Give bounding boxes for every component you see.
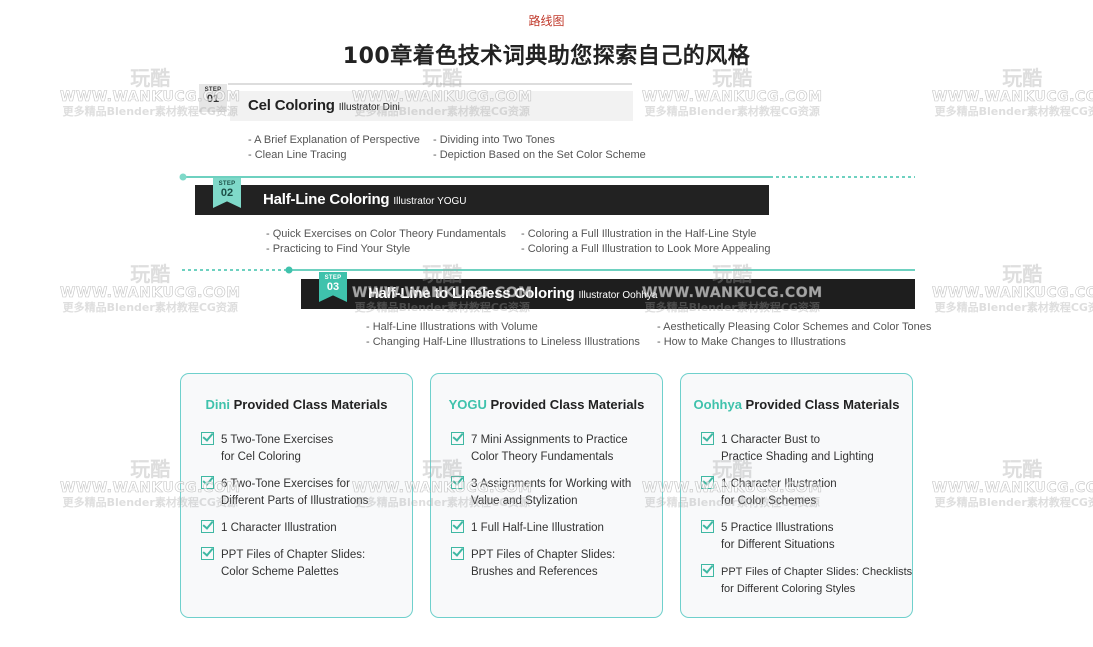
- list-item: 7 Mini Assignments to Practice Color Theo…: [451, 432, 656, 466]
- list-item: - How to Make Changes to Illustrations: [657, 336, 846, 348]
- checkbox-icon: [701, 476, 714, 489]
- list-item: 1 Character Illustration: [201, 520, 406, 537]
- step-1-title: Cel Coloring: [248, 97, 335, 114]
- checkbox-icon: [451, 432, 464, 445]
- card-title-suffix: Provided Class Materials: [741, 397, 900, 412]
- item-line: 5 Practice Illustrations: [721, 522, 834, 534]
- step-3-right-points: - Aesthetically Pleasing Color Schemes a…: [657, 320, 931, 350]
- item-line: Practice Shading and Lighting: [721, 451, 874, 463]
- item-line: 3 Assignments for Working with: [471, 478, 632, 490]
- step-2-heading: Half-Line Coloring Illustrator YOGU: [263, 191, 467, 208]
- checkbox-icon: [701, 564, 714, 577]
- step-3-heading: Half-Line to Lineless Coloring Illustrat…: [368, 285, 657, 302]
- checkbox-icon: [701, 520, 714, 533]
- item-line: for Different Coloring Styles: [721, 583, 856, 595]
- list-item: - Aesthetically Pleasing Color Schemes a…: [657, 321, 932, 333]
- item-line: Value and Stylization: [471, 495, 578, 507]
- card-title-suffix: Provided Class Materials: [230, 397, 388, 412]
- materials-card-dini: Dini Provided Class Materials 5 Two-Tone…: [180, 373, 413, 618]
- checkbox-icon: [201, 476, 214, 489]
- list-item: PPT Files of Chapter Slides: Color Scheme…: [201, 547, 406, 581]
- list-item: 1 Full Half-Line Illustration: [451, 520, 656, 537]
- item-line: 1 Character Bust to: [721, 434, 821, 446]
- item-line: 1 Character Illustration: [721, 478, 837, 490]
- list-item: 1 Character Illustration for Color Scheme…: [701, 476, 906, 510]
- timeline-dot-2: [285, 266, 293, 274]
- step-2-right-points: - Coloring a Full Illustration in the Ha…: [521, 227, 770, 257]
- item-line: 7 Mini Assignments to Practice: [471, 434, 628, 446]
- item-line: Brushes and References: [471, 566, 598, 578]
- checkbox-icon: [451, 476, 464, 489]
- card-title-suffix: Provided Class Materials: [486, 397, 645, 412]
- step-2-left-points: - Quick Exercises on Color Theory Fundam…: [266, 227, 506, 257]
- card-title: YOGU Provided Class Materials: [431, 397, 662, 412]
- card-title-name: Dini: [205, 397, 231, 412]
- item-line: for Color Schemes: [721, 495, 817, 507]
- checkbox-icon: [201, 432, 214, 445]
- item-line: Different Parts of Illustrations: [221, 495, 369, 507]
- list-item: 3 Assignments for Working with Value and …: [451, 476, 656, 510]
- step-1-right-points: - Dividing into Two Tones - Depiction Ba…: [433, 133, 646, 163]
- step-2-title: Half-Line Coloring: [263, 191, 390, 208]
- list-item: - Depiction Based on the Set Color Schem…: [433, 149, 646, 161]
- step-1-heading: Cel Coloring Illustrator Dini: [248, 97, 400, 114]
- list-item: 5 Practice Illustrations for Different Si…: [701, 520, 906, 554]
- card-title: Oohhya Provided Class Materials: [681, 397, 912, 412]
- step-1-left-points: - A Brief Explanation of Perspective - C…: [248, 133, 420, 163]
- checkbox-icon: [451, 520, 464, 533]
- step-1-badge: STEP 01: [199, 84, 227, 112]
- item-line: PPT Files of Chapter Slides: Checklists: [721, 566, 913, 578]
- step-2-number: 02: [220, 187, 234, 199]
- card-title: Dini Provided Class Materials: [181, 397, 412, 412]
- item-line: Color Theory Fundamentals: [471, 451, 614, 463]
- list-item: 1 Character Bust to Practice Shading and …: [701, 432, 906, 466]
- step-2-illustrator: Illustrator YOGU: [393, 196, 467, 207]
- step-1-number: 01: [206, 93, 220, 105]
- checkbox-icon: [701, 432, 714, 445]
- checkbox-icon: [451, 547, 464, 560]
- card-title-name: YOGU: [448, 397, 487, 412]
- list-item: PPT Files of Chapter Slides: Checklists f…: [701, 564, 912, 598]
- step-3-number: 03: [326, 281, 340, 293]
- list-item: 6 Two-Tone Exercises for Different Parts …: [201, 476, 406, 510]
- card-title-name: Oohhya: [693, 397, 742, 412]
- item-line: 1 Full Half-Line Illustration: [471, 522, 604, 534]
- materials-card-yogu: YOGU Provided Class Materials 7 Mini Ass…: [430, 373, 663, 618]
- item-line: 6 Two-Tone Exercises for: [221, 478, 350, 490]
- list-item: - Clean Line Tracing: [248, 149, 347, 161]
- item-line: for Cel Coloring: [221, 451, 301, 463]
- step-3-left-points: - Half-Line Illustrations with Volume - …: [366, 320, 640, 350]
- list-item: - Quick Exercises on Color Theory Fundam…: [266, 228, 507, 240]
- timeline-dot-1: [179, 173, 187, 181]
- item-line: Color Scheme Palettes: [221, 566, 339, 578]
- list-item: - A Brief Explanation of Perspective: [248, 134, 420, 146]
- list-item: - Changing Half-Line Illustrations to Li…: [366, 336, 640, 348]
- step-3-illustrator: Illustrator Oohhya: [578, 290, 658, 301]
- item-line: 1 Character Illustration: [221, 522, 337, 534]
- list-item: - Coloring a Full Illustration in the Ha…: [521, 228, 757, 240]
- checkbox-icon: [201, 520, 214, 533]
- list-item: - Practicing to Find Your Style: [266, 243, 411, 255]
- item-line: for Different Situations: [721, 539, 835, 551]
- list-item: 5 Two-Tone Exercises for Cel Coloring: [201, 432, 406, 466]
- checkbox-icon: [201, 547, 214, 560]
- materials-card-oohhya: Oohhya Provided Class Materials 1 Charac…: [680, 373, 913, 618]
- step-1-illustrator: Illustrator Dini: [338, 102, 400, 113]
- list-item: PPT Files of Chapter Slides: Brushes and …: [451, 547, 656, 581]
- item-line: PPT Files of Chapter Slides:: [471, 549, 616, 561]
- item-line: 5 Two-Tone Exercises: [221, 434, 334, 446]
- list-item: - Dividing into Two Tones: [433, 134, 555, 146]
- list-item: - Half-Line Illustrations with Volume: [366, 321, 538, 333]
- list-item: - Coloring a Full Illustration to Look M…: [521, 243, 771, 255]
- item-line: PPT Files of Chapter Slides:: [221, 549, 366, 561]
- step-3-title: Half-Line to Lineless Coloring: [368, 285, 575, 302]
